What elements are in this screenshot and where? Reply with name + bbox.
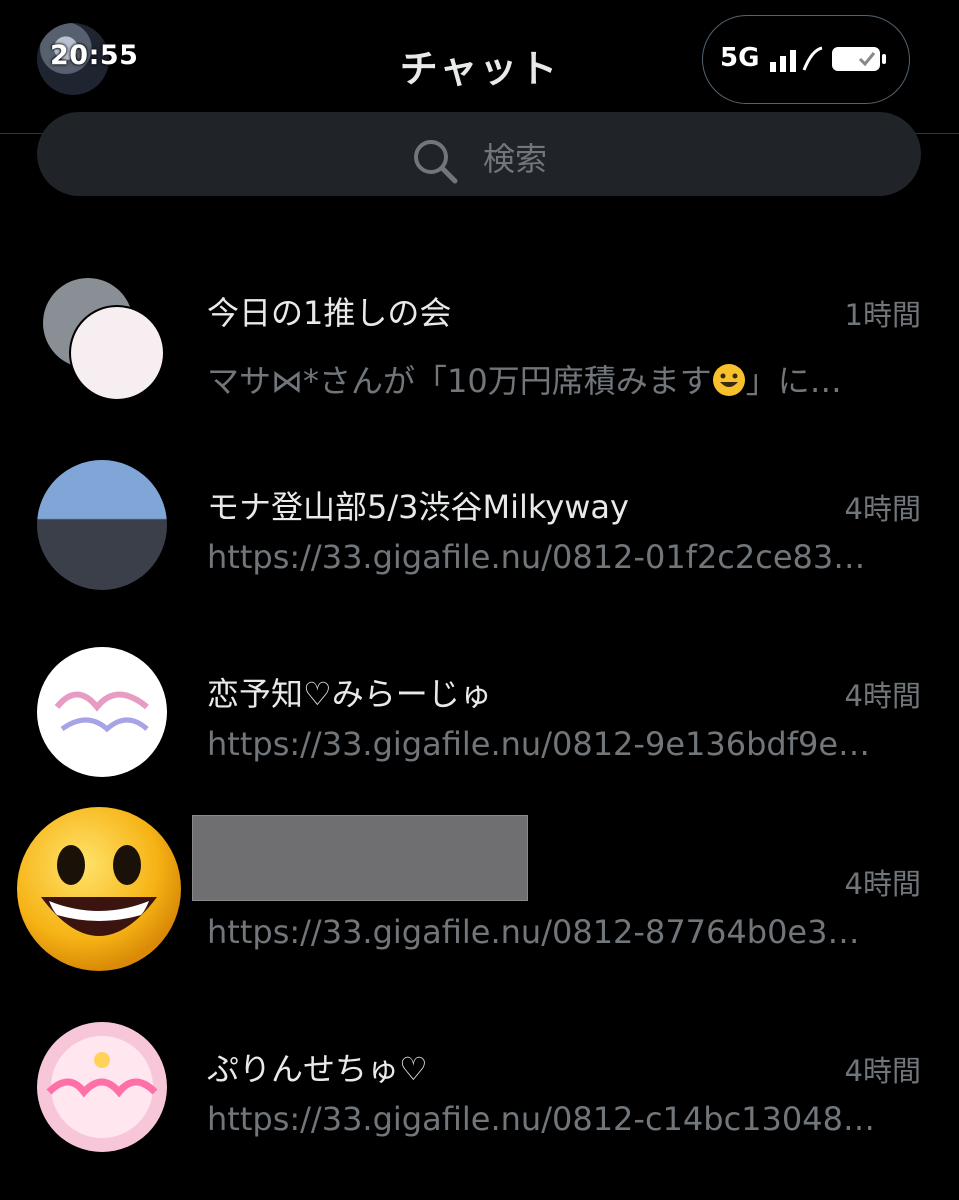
smile-emoji-icon xyxy=(712,364,745,396)
search-icon xyxy=(414,140,458,184)
chat-time: 4時間 xyxy=(844,492,921,526)
chat-item[interactable]: 恋予知♡みらーじゅ 4時間 https://33.gigafile.nu/081… xyxy=(0,647,959,797)
chat-name: 恋予知♡みらーじゅ xyxy=(207,675,492,713)
chat-time: 4時間 xyxy=(844,867,921,901)
chat-avatar xyxy=(37,460,167,590)
chat-preview: マサ⋈*さんが「10万円席積みます 」に… xyxy=(207,362,842,400)
logo-avatar-icon xyxy=(54,691,149,733)
chat-item[interactable]: 今日の1推しの会 1時間 マサ⋈*さんが「10万円席積みます 」に… xyxy=(0,278,959,428)
logo-avatar-icon xyxy=(46,1052,158,1098)
chat-time: 4時間 xyxy=(844,679,921,713)
smiley-emoji-icon xyxy=(17,807,181,971)
chat-time: 1時間 xyxy=(844,298,921,332)
chat-name: 今日の1推しの会 xyxy=(207,294,452,332)
chat-preview: https://33.gigafile.nu/0812-87764b0e3… xyxy=(207,913,860,951)
chat-avatar xyxy=(37,647,167,777)
chat-name: ぷりんせちゅ♡ xyxy=(207,1050,428,1088)
chat-item[interactable]: モナ登山部5/3渋谷Milkyway 4時間 https://33.gigafi… xyxy=(0,460,959,610)
search-input[interactable] xyxy=(37,112,921,196)
chat-avatar xyxy=(37,1022,167,1152)
chat-preview: https://33.gigafile.nu/0812-c14bc13048… xyxy=(207,1100,875,1138)
chat-time: 4時間 xyxy=(844,1054,921,1088)
signal-icon xyxy=(770,46,823,72)
redaction-box xyxy=(192,815,528,901)
chat-preview: https://33.gigafile.nu/0812-01f2c2ce83… xyxy=(207,538,866,576)
battery-icon xyxy=(832,47,886,71)
group-avatar-icon xyxy=(43,278,168,403)
chat-name: モナ登山部5/3渋谷Milkyway xyxy=(207,488,629,526)
search-placeholder: 検索 xyxy=(483,140,548,178)
chat-preview: https://33.gigafile.nu/0812-9e136bdf9e… xyxy=(207,725,871,763)
network-label: 5G xyxy=(720,43,760,73)
chat-item[interactable]: ぷりんせちゅ♡ 4時間 https://33.gigafile.nu/0812-… xyxy=(0,1022,959,1172)
